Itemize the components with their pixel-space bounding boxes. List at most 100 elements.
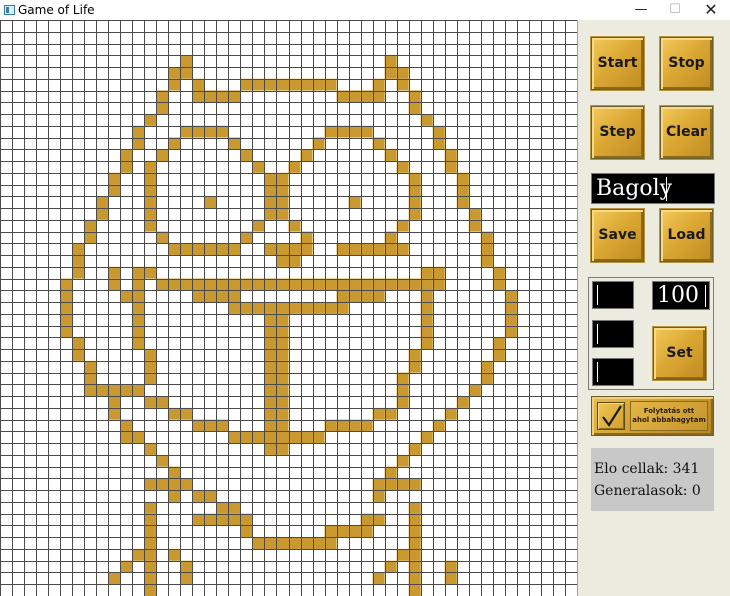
live-cell[interactable] — [372, 513, 385, 526]
live-cell[interactable] — [372, 243, 385, 256]
live-cell[interactable] — [276, 443, 289, 455]
live-cell[interactable] — [336, 278, 349, 291]
live-cell[interactable] — [144, 172, 157, 185]
live-cell[interactable] — [240, 78, 253, 91]
live-cell[interactable] — [240, 513, 253, 526]
live-cell[interactable] — [408, 548, 421, 561]
live-cell[interactable] — [240, 525, 253, 538]
live-cell[interactable] — [432, 137, 445, 150]
live-cell[interactable] — [276, 208, 289, 220]
live-cell[interactable] — [132, 125, 145, 138]
live-cell[interactable] — [276, 360, 289, 373]
live-cell[interactable] — [264, 208, 277, 220]
live-cell[interactable] — [84, 372, 97, 385]
live-cell[interactable] — [420, 313, 433, 326]
live-cell[interactable] — [144, 349, 157, 361]
live-cell[interactable] — [120, 419, 133, 432]
live-cell[interactable] — [180, 125, 193, 138]
live-cell[interactable] — [276, 255, 289, 267]
live-cell[interactable] — [408, 172, 421, 185]
live-cell[interactable] — [120, 161, 133, 173]
live-cell[interactable] — [288, 161, 301, 173]
live-cell[interactable] — [360, 290, 373, 303]
live-cell[interactable] — [276, 302, 289, 314]
live-cell[interactable] — [336, 525, 349, 538]
live-cell[interactable] — [396, 372, 409, 385]
live-cell[interactable] — [228, 431, 241, 444]
live-cell[interactable] — [144, 584, 157, 596]
live-cell[interactable] — [348, 278, 361, 291]
live-cell[interactable] — [132, 278, 145, 291]
live-cell[interactable] — [432, 419, 445, 432]
live-cell[interactable] — [408, 560, 421, 573]
live-cell[interactable] — [312, 302, 325, 314]
live-cell[interactable] — [288, 302, 301, 314]
live-cell[interactable] — [396, 243, 409, 256]
maximize-button[interactable]: ☐ — [658, 0, 692, 20]
live-cell[interactable] — [312, 431, 325, 444]
live-cell[interactable] — [240, 149, 253, 162]
live-cell[interactable] — [108, 278, 121, 291]
live-cell[interactable] — [264, 443, 277, 455]
live-cell[interactable] — [408, 349, 421, 361]
number-field[interactable]: 100 — [652, 281, 710, 310]
live-cell[interactable] — [132, 431, 145, 444]
live-cell[interactable] — [408, 102, 421, 115]
live-cell[interactable] — [372, 572, 385, 585]
live-cell[interactable] — [204, 490, 217, 502]
live-cell[interactable] — [336, 243, 349, 256]
live-cell[interactable] — [420, 302, 433, 314]
live-cell[interactable] — [180, 407, 193, 420]
live-cell[interactable] — [180, 572, 193, 585]
live-cell[interactable] — [384, 278, 397, 291]
live-cell[interactable] — [72, 266, 85, 279]
live-cell[interactable] — [144, 501, 157, 514]
live-cell[interactable] — [324, 278, 337, 291]
live-cell[interactable] — [144, 572, 157, 585]
live-cell[interactable] — [252, 78, 265, 91]
live-cell[interactable] — [312, 78, 325, 91]
live-cell[interactable] — [288, 255, 301, 267]
live-cell[interactable] — [336, 125, 349, 138]
live-cell[interactable] — [372, 137, 385, 150]
live-cell[interactable] — [396, 454, 409, 467]
live-cell[interactable] — [300, 431, 313, 444]
live-cell[interactable] — [456, 172, 469, 185]
live-cell[interactable] — [504, 302, 517, 314]
live-cell[interactable] — [276, 325, 289, 338]
input-field-3[interactable] — [592, 358, 634, 386]
live-cell[interactable] — [252, 431, 265, 444]
live-cell[interactable] — [240, 302, 253, 314]
live-cell[interactable] — [324, 125, 337, 138]
live-cell[interactable] — [144, 208, 157, 220]
live-cell[interactable] — [312, 137, 325, 150]
live-cell[interactable] — [144, 443, 157, 455]
live-cell[interactable] — [408, 501, 421, 514]
live-cell[interactable] — [228, 137, 241, 150]
live-cell[interactable] — [264, 372, 277, 385]
live-cell[interactable] — [300, 231, 313, 244]
live-cell[interactable] — [300, 537, 313, 549]
live-cell[interactable] — [276, 349, 289, 361]
live-cell[interactable] — [276, 184, 289, 197]
clear-button[interactable]: Clear — [660, 106, 713, 159]
live-cell[interactable] — [324, 537, 337, 549]
live-cell[interactable] — [492, 349, 505, 361]
live-cell[interactable] — [396, 219, 409, 232]
live-cell[interactable] — [396, 67, 409, 79]
live-cell[interactable] — [468, 219, 481, 232]
live-cell[interactable] — [264, 278, 277, 291]
live-cell[interactable] — [204, 90, 217, 103]
live-cell[interactable] — [144, 478, 157, 491]
live-cell[interactable] — [132, 137, 145, 150]
live-cell[interactable] — [504, 325, 517, 338]
live-cell[interactable] — [408, 572, 421, 585]
live-cell[interactable] — [360, 243, 373, 256]
live-cell[interactable] — [144, 161, 157, 173]
live-cell[interactable] — [504, 290, 517, 303]
live-cell[interactable] — [264, 337, 277, 350]
live-cell[interactable] — [252, 302, 265, 314]
live-cell[interactable] — [384, 478, 397, 491]
live-cell[interactable] — [72, 255, 85, 267]
live-cell[interactable] — [96, 384, 109, 397]
